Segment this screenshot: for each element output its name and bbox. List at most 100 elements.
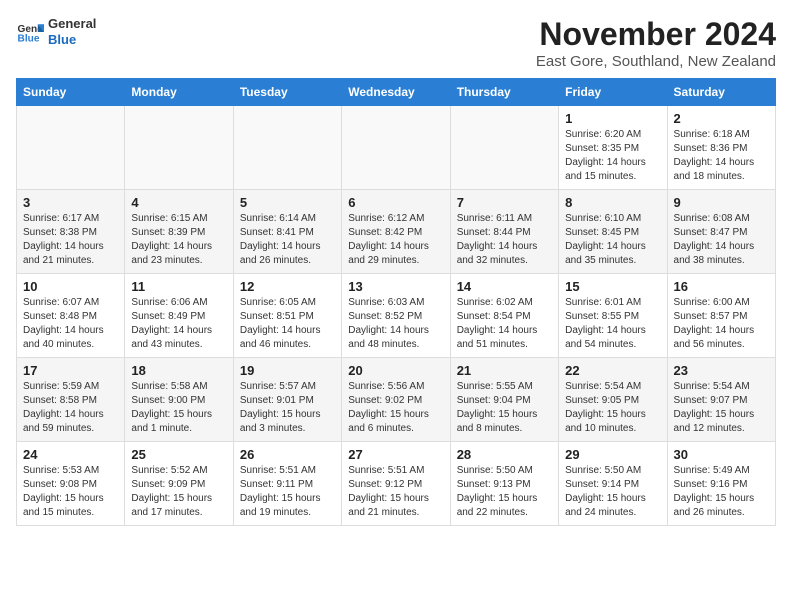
day-number: 13 <box>348 279 443 294</box>
day-number: 24 <box>23 447 118 462</box>
day-number: 8 <box>565 195 660 210</box>
day-info: Sunrise: 6:15 AM Sunset: 8:39 PM Dayligh… <box>131 212 226 268</box>
calendar-cell: 26 Sunrise: 5:51 AM Sunset: 9:11 PM Dayli… <box>233 442 341 526</box>
calendar-cell: 30 Sunrise: 5:49 AM Sunset: 9:16 PM Dayli… <box>667 442 775 526</box>
day-info: Sunrise: 6:03 AM Sunset: 8:52 PM Dayligh… <box>348 296 443 352</box>
day-number: 1 <box>565 111 660 126</box>
day-info: Sunrise: 6:07 AM Sunset: 8:48 PM Dayligh… <box>23 296 118 352</box>
header: General Blue General Blue November 2024 … <box>16 16 776 70</box>
header-monday: Monday <box>125 79 233 106</box>
logo: General Blue General Blue <box>16 16 96 47</box>
calendar-cell: 5Sunrise: 6:14 AM Sunset: 8:41 PM Daylig… <box>233 190 341 274</box>
logo-icon: General Blue <box>16 18 44 46</box>
header-tuesday: Tuesday <box>233 79 341 106</box>
calendar-header-row: SundayMondayTuesdayWednesdayThursdayFrid… <box>17 79 776 106</box>
day-number: 20 <box>348 363 443 378</box>
day-number: 21 <box>457 363 552 378</box>
day-number: 30 <box>674 447 769 462</box>
day-number: 17 <box>23 363 118 378</box>
week-row-5: 24 Sunrise: 5:53 AM Sunset: 9:08 PM Dayli… <box>17 442 776 526</box>
calendar-table: SundayMondayTuesdayWednesdayThursdayFrid… <box>16 78 776 526</box>
day-info: Sunrise: 5:51 AM Sunset: 9:11 PM Dayligh… <box>240 464 335 520</box>
header-saturday: Saturday <box>667 79 775 106</box>
day-number: 18 <box>131 363 226 378</box>
day-info: Sunrise: 6:12 AM Sunset: 8:42 PM Dayligh… <box>348 212 443 268</box>
day-info: Sunrise: 5:59 AM Sunset: 8:58 PM Dayligh… <box>23 380 118 436</box>
day-number: 6 <box>348 195 443 210</box>
calendar-cell: 13 Sunrise: 6:03 AM Sunset: 8:52 PM Dayli… <box>342 274 450 358</box>
day-number: 11 <box>131 279 226 294</box>
day-info: Sunrise: 5:53 AM Sunset: 9:08 PM Dayligh… <box>23 464 118 520</box>
day-info: Sunrise: 6:01 AM Sunset: 8:55 PM Dayligh… <box>565 296 660 352</box>
week-row-2: 3Sunrise: 6:17 AM Sunset: 8:38 PM Daylig… <box>17 190 776 274</box>
calendar-cell: 22 Sunrise: 5:54 AM Sunset: 9:05 PM Dayli… <box>559 358 667 442</box>
day-info: Sunrise: 5:54 AM Sunset: 9:07 PM Dayligh… <box>674 380 769 436</box>
day-number: 19 <box>240 363 335 378</box>
day-number: 9 <box>674 195 769 210</box>
day-number: 25 <box>131 447 226 462</box>
day-info: Sunrise: 5:50 AM Sunset: 9:14 PM Dayligh… <box>565 464 660 520</box>
calendar-cell: 4 Sunrise: 6:15 AM Sunset: 8:39 PM Daylig… <box>125 190 233 274</box>
calendar-cell <box>17 106 125 190</box>
calendar-cell: 14 Sunrise: 6:02 AM Sunset: 8:54 PM Dayli… <box>450 274 558 358</box>
calendar-cell: 25Sunrise: 5:52 AM Sunset: 9:09 PM Dayli… <box>125 442 233 526</box>
day-number: 15 <box>565 279 660 294</box>
calendar-cell: 18Sunrise: 5:58 AM Sunset: 9:00 PM Dayli… <box>125 358 233 442</box>
calendar-cell: 17 Sunrise: 5:59 AM Sunset: 8:58 PM Dayli… <box>17 358 125 442</box>
day-info: Sunrise: 6:06 AM Sunset: 8:49 PM Dayligh… <box>131 296 226 352</box>
day-info: Sunrise: 6:02 AM Sunset: 8:54 PM Dayligh… <box>457 296 552 352</box>
calendar-cell: 6 Sunrise: 6:12 AM Sunset: 8:42 PM Daylig… <box>342 190 450 274</box>
calendar-cell: 21Sunrise: 5:55 AM Sunset: 9:04 PM Dayli… <box>450 358 558 442</box>
calendar-cell <box>450 106 558 190</box>
header-sunday: Sunday <box>17 79 125 106</box>
day-number: 27 <box>348 447 443 462</box>
day-info: Sunrise: 5:50 AM Sunset: 9:13 PM Dayligh… <box>457 464 552 520</box>
day-info: Sunrise: 6:00 AM Sunset: 8:57 PM Dayligh… <box>674 296 769 352</box>
day-number: 28 <box>457 447 552 462</box>
day-number: 26 <box>240 447 335 462</box>
calendar-cell <box>342 106 450 190</box>
day-info: Sunrise: 6:10 AM Sunset: 8:45 PM Dayligh… <box>565 212 660 268</box>
day-number: 22 <box>565 363 660 378</box>
day-number: 2 <box>674 111 769 126</box>
day-number: 12 <box>240 279 335 294</box>
calendar-cell: 27Sunrise: 5:51 AM Sunset: 9:12 PM Dayli… <box>342 442 450 526</box>
title-area: November 2024 East Gore, Southland, New … <box>536 16 776 70</box>
calendar-cell <box>233 106 341 190</box>
week-row-4: 17 Sunrise: 5:59 AM Sunset: 8:58 PM Dayli… <box>17 358 776 442</box>
day-info: Sunrise: 6:08 AM Sunset: 8:47 PM Dayligh… <box>674 212 769 268</box>
day-number: 10 <box>23 279 118 294</box>
calendar-cell: 8 Sunrise: 6:10 AM Sunset: 8:45 PM Daylig… <box>559 190 667 274</box>
calendar-cell: 29Sunrise: 5:50 AM Sunset: 9:14 PM Dayli… <box>559 442 667 526</box>
day-info: Sunrise: 5:57 AM Sunset: 9:01 PM Dayligh… <box>240 380 335 436</box>
day-info: Sunrise: 5:54 AM Sunset: 9:05 PM Dayligh… <box>565 380 660 436</box>
day-number: 7 <box>457 195 552 210</box>
week-row-1: 1 Sunrise: 6:20 AM Sunset: 8:35 PM Daylig… <box>17 106 776 190</box>
day-number: 5 <box>240 195 335 210</box>
calendar-cell: 23Sunrise: 5:54 AM Sunset: 9:07 PM Dayli… <box>667 358 775 442</box>
calendar-cell: 11 Sunrise: 6:06 AM Sunset: 8:49 PM Dayli… <box>125 274 233 358</box>
day-info: Sunrise: 5:49 AM Sunset: 9:16 PM Dayligh… <box>674 464 769 520</box>
week-row-3: 10 Sunrise: 6:07 AM Sunset: 8:48 PM Dayli… <box>17 274 776 358</box>
day-info: Sunrise: 6:17 AM Sunset: 8:38 PM Dayligh… <box>23 212 118 268</box>
day-number: 4 <box>131 195 226 210</box>
calendar-cell: 20 Sunrise: 5:56 AM Sunset: 9:02 PM Dayli… <box>342 358 450 442</box>
day-info: Sunrise: 5:56 AM Sunset: 9:02 PM Dayligh… <box>348 380 443 436</box>
calendar-cell: 24 Sunrise: 5:53 AM Sunset: 9:08 PM Dayli… <box>17 442 125 526</box>
calendar-cell: 28 Sunrise: 5:50 AM Sunset: 9:13 PM Dayli… <box>450 442 558 526</box>
header-thursday: Thursday <box>450 79 558 106</box>
calendar-cell: 7 Sunrise: 6:11 AM Sunset: 8:44 PM Daylig… <box>450 190 558 274</box>
main-title: November 2024 <box>536 16 776 53</box>
calendar-cell: 9 Sunrise: 6:08 AM Sunset: 8:47 PM Daylig… <box>667 190 775 274</box>
calendar-cell: 12Sunrise: 6:05 AM Sunset: 8:51 PM Dayli… <box>233 274 341 358</box>
calendar-cell: 16 Sunrise: 6:00 AM Sunset: 8:57 PM Dayli… <box>667 274 775 358</box>
day-info: Sunrise: 6:18 AM Sunset: 8:36 PM Dayligh… <box>674 128 769 184</box>
calendar-cell: 3Sunrise: 6:17 AM Sunset: 8:38 PM Daylig… <box>17 190 125 274</box>
day-number: 14 <box>457 279 552 294</box>
calendar-cell: 2 Sunrise: 6:18 AM Sunset: 8:36 PM Daylig… <box>667 106 775 190</box>
day-info: Sunrise: 6:20 AM Sunset: 8:35 PM Dayligh… <box>565 128 660 184</box>
day-info: Sunrise: 6:11 AM Sunset: 8:44 PM Dayligh… <box>457 212 552 268</box>
subtitle: East Gore, Southland, New Zealand <box>536 53 776 70</box>
svg-text:Blue: Blue <box>18 33 40 44</box>
day-number: 16 <box>674 279 769 294</box>
